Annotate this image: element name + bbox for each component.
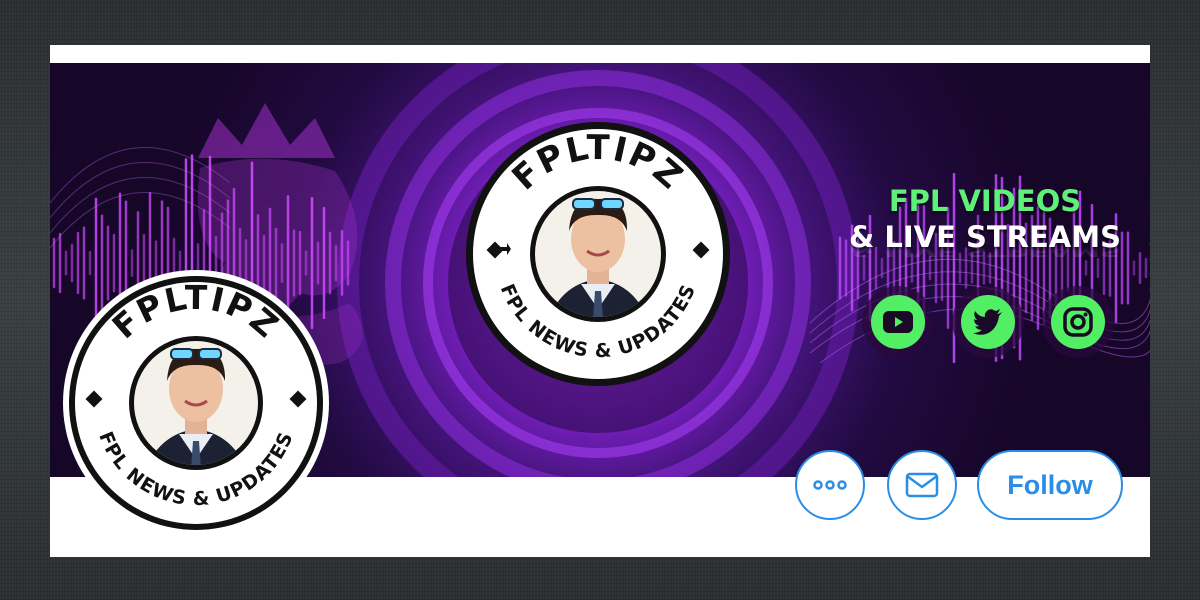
twitter-badge (952, 286, 1024, 358)
instagram-icon (1063, 307, 1093, 337)
twitter-icon (973, 309, 1002, 335)
more-icon (813, 480, 847, 490)
youtube-badge (862, 286, 934, 358)
youtube-icon (883, 311, 913, 333)
center-logo-badge: FPLTIPZ FPL NEWS & UPDATES (466, 122, 730, 386)
headline-reflection: & LIVE STREAMS (848, 243, 1121, 259)
mail-icon (905, 472, 939, 498)
headline-line1: FPL VIDEOS (888, 184, 1082, 218)
message-button[interactable] (887, 450, 957, 520)
instagram-badge (1042, 286, 1114, 358)
more-options-button[interactable] (795, 450, 865, 520)
follow-button[interactable]: Follow (977, 450, 1123, 520)
profile-card: FPLTIPZ FPL NEWS & UPDATES FPL VIDEOS & … (50, 45, 1150, 557)
profile-avatar[interactable]: FPLTIPZ FPL NEWS & UPDATES (62, 269, 330, 537)
